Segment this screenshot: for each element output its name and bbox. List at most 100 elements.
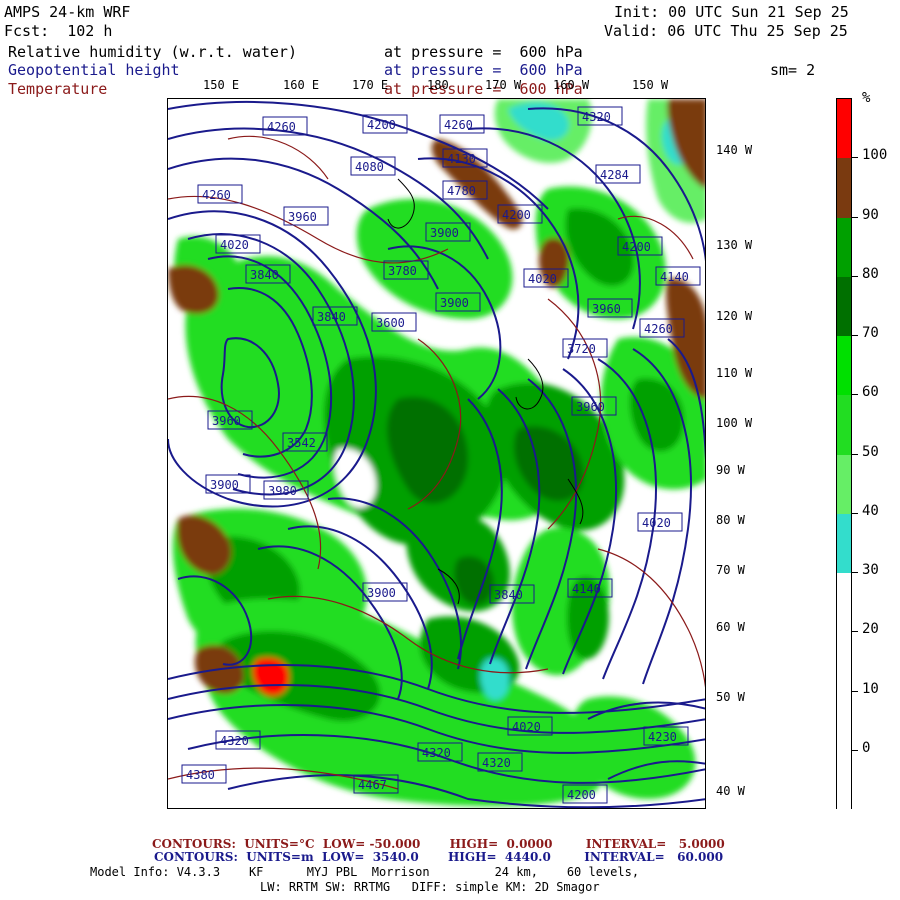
- height-label: 4200: [362, 114, 408, 134]
- colorbar-segment: [837, 573, 851, 633]
- field-rh-name: Relative humidity (w.r.t. water): [8, 43, 297, 61]
- height-label: 3900: [362, 582, 408, 602]
- colorbar-label: 0: [862, 739, 871, 756]
- height-label-text: 4284: [600, 168, 629, 182]
- height-label-text: 4200: [367, 118, 396, 132]
- height-label-text: 3542: [287, 436, 316, 450]
- height-label: 4080: [350, 156, 396, 176]
- height-label: 4284: [595, 164, 641, 184]
- height-label-text: 4200: [622, 240, 651, 254]
- colorbar-unit: %: [862, 90, 871, 106]
- height-label-text: 3720: [567, 342, 596, 356]
- colorbar-segment: [837, 513, 851, 574]
- height-label: 4200: [562, 784, 608, 804]
- height-label-text: 4080: [355, 160, 384, 174]
- lat-label: 50 W: [716, 690, 745, 704]
- model-title: AMPS 24-km WRF: [4, 3, 131, 21]
- colorbar-segment: [837, 395, 851, 455]
- lon-label: 150 W: [632, 78, 669, 92]
- rh-shading: [168, 99, 705, 807]
- height-label-text: 4230: [648, 730, 677, 744]
- height-label-text: 4020: [220, 238, 249, 252]
- colorbar-label: 60: [862, 384, 879, 401]
- lat-label: 120 W: [716, 309, 753, 323]
- field-temp-name: Temperature: [8, 80, 108, 98]
- height-label: 4260: [197, 184, 243, 204]
- height-label: 4200: [497, 204, 543, 224]
- colorbar-label: 70: [862, 325, 879, 341]
- height-label-text: 4467: [358, 778, 387, 792]
- height-label-text: 4780: [447, 184, 476, 198]
- smoothing-label: sm= 2: [770, 61, 816, 79]
- lat-label: 90 W: [716, 463, 745, 477]
- lon-label: 160 E: [283, 78, 320, 92]
- lat-label: 60 W: [716, 620, 745, 634]
- colorbar-segment: [837, 99, 851, 159]
- colorbar-tick: [852, 512, 858, 514]
- colorbar-segment: [837, 691, 851, 752]
- lon-label: 170 W: [485, 78, 522, 92]
- colorbar-segment: [837, 217, 851, 278]
- colorbar-label: 50: [862, 443, 879, 460]
- forecast-hour: Fcst: 102 h: [4, 22, 113, 40]
- height-label: 4140: [655, 266, 701, 286]
- valid-time: Valid: 06 UTC Thu 25 Sep 25: [604, 22, 848, 40]
- height-label-text: 3600: [376, 316, 405, 330]
- height-label-text: 4200: [567, 788, 596, 802]
- colorbar-label: 40: [862, 502, 879, 519]
- height-label-text: 3980: [268, 484, 297, 498]
- height-label-text: 3900: [440, 296, 469, 310]
- init-time: Init: 00 UTC Sun 21 Sep 25: [614, 3, 849, 21]
- height-label-text: 4020: [512, 720, 541, 734]
- height-label-text: 3960: [576, 400, 605, 414]
- colorbar-tick: [852, 275, 858, 277]
- colorbar-segment: [837, 632, 851, 692]
- colorbar-label: 20: [862, 621, 879, 638]
- field-height-name: Geopotential height: [8, 61, 180, 79]
- height-label: 3600: [371, 312, 417, 332]
- height-label-text: 3960: [212, 414, 241, 428]
- height-label-text: 3900: [210, 478, 239, 492]
- colorbar-segment: [837, 158, 851, 218]
- field-rh-level: at pressure = 600 hPa: [384, 43, 583, 61]
- height-label-text: 3960: [288, 210, 317, 224]
- colorbar-segment: [837, 276, 851, 337]
- height-label: 4380: [181, 764, 227, 784]
- height-label-text: 4320: [220, 734, 249, 748]
- height-label-text: 4320: [482, 756, 511, 770]
- height-label-text: 4260: [267, 120, 296, 134]
- height-label-text: 4020: [528, 272, 557, 286]
- rh-height-temp-map: 4260 4200 4260 4320 4080 4130 4284 4260 …: [167, 98, 706, 809]
- lat-label: 70 W: [716, 563, 745, 577]
- height-label-text: 3900: [430, 226, 459, 240]
- lon-label: 170 E: [352, 78, 389, 92]
- lat-label: 130 W: [716, 238, 753, 252]
- lat-label: 140 W: [716, 143, 753, 157]
- colorbar-tick: [852, 572, 858, 573]
- lat-label: 110 W: [716, 366, 753, 380]
- height-label-text: 4140: [660, 270, 689, 284]
- lat-label: 100 W: [716, 416, 753, 430]
- lat-label: 40 W: [716, 784, 745, 798]
- colorbar-label: 100: [862, 147, 888, 164]
- height-label-text: 4020: [642, 516, 671, 530]
- height-label: 4020: [637, 512, 683, 532]
- height-label-text: 3960: [592, 302, 621, 316]
- height-label-text: 3780: [388, 264, 417, 278]
- colorbar-label: 30: [862, 562, 879, 578]
- height-label-text: 3840: [250, 268, 279, 282]
- height-label: 4020: [215, 234, 261, 254]
- height-label: 4260: [262, 116, 308, 136]
- height-label-text: 4260: [444, 118, 473, 132]
- colorbar-segment: [837, 336, 851, 396]
- height-label: 4260: [439, 114, 485, 134]
- colorbar-segment: [837, 750, 851, 811]
- height-label-text: 4140: [572, 582, 601, 596]
- height-label-text: 4320: [422, 746, 451, 760]
- colorbar-label: 80: [862, 265, 879, 282]
- colorbar-tick: [852, 453, 858, 455]
- height-label-text: 4380: [186, 768, 215, 782]
- model-info: Model Info: V4.3.3 KF MYJ PBL Morrison 2…: [90, 865, 640, 879]
- lat-label: 80 W: [716, 513, 745, 527]
- colorbar-tick: [852, 394, 858, 396]
